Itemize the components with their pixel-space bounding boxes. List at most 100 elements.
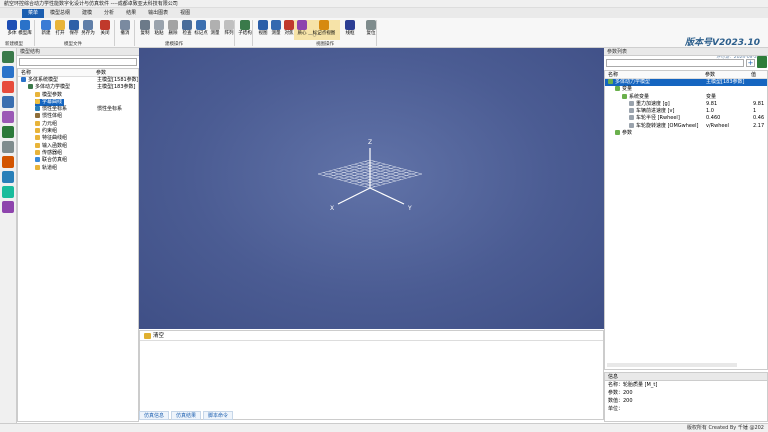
left-tool-icon-2[interactable] bbox=[2, 81, 14, 93]
model-tree-row[interactable]: 联合仿真组 bbox=[18, 157, 138, 164]
bottom-tab-1[interactable]: 仿真结果 bbox=[171, 411, 202, 420]
model-tree-row[interactable]: 传感器组 bbox=[18, 149, 138, 157]
param-node-icon bbox=[608, 79, 613, 84]
model-tree-row[interactable]: 力元组 bbox=[18, 120, 138, 128]
ribbon-button-21[interactable]: 线框 bbox=[342, 20, 358, 40]
tree-node-icon bbox=[35, 91, 40, 97]
param-node-value: 1 bbox=[753, 108, 757, 115]
model-tree-row[interactable]: 输入函数组 bbox=[18, 142, 138, 150]
model-tree-node-param: 惯性坐标系 bbox=[97, 106, 123, 113]
param-node-param: 9.81 bbox=[706, 100, 718, 107]
ribbon-button-1[interactable]: 模型库 bbox=[17, 20, 33, 40]
menu-tab-1[interactable]: 模型总纲 bbox=[44, 9, 76, 18]
left-tool-icon-3[interactable] bbox=[2, 96, 14, 108]
menu-tab-0[interactable]: 菜单 bbox=[22, 8, 45, 18]
clear-label: 清空 bbox=[153, 333, 165, 339]
param-search-input[interactable] bbox=[606, 59, 744, 67]
menu-tab-6[interactable]: 视图 bbox=[174, 9, 196, 18]
left-tool-icon-8[interactable] bbox=[2, 171, 14, 183]
ribbon-group-0: 新建模型 bbox=[5, 42, 23, 47]
axis-y-line bbox=[369, 187, 405, 205]
left-tool-icon-1[interactable] bbox=[2, 66, 14, 78]
param-tree-row[interactable]: 车轮半径 [Rwheel] 0.460 0.46 bbox=[605, 115, 767, 122]
param-tree-row[interactable]: 车辆前进速度 [v] 1.0 1 bbox=[605, 108, 767, 115]
ribbon-icon-11 bbox=[182, 20, 192, 30]
model-tree-row[interactable]: 惯性坐标系 惯性坐标系 bbox=[18, 106, 138, 113]
param-h-scrollbar[interactable] bbox=[607, 363, 737, 367]
ribbon-label-21: 线框 bbox=[345, 31, 355, 36]
ribbon-icon-20 bbox=[319, 20, 329, 30]
tree-node-icon bbox=[28, 84, 33, 90]
ribbon-button-15[interactable]: 子结构 bbox=[237, 20, 253, 40]
param-tree-row[interactable]: 系统变量 变量 bbox=[605, 93, 767, 101]
ribbon-button-6[interactable]: 关闭 bbox=[97, 20, 113, 40]
model-tree-row[interactable]: 特征曲线组 bbox=[18, 135, 138, 142]
ribbon-label-6: 关闭 bbox=[100, 31, 110, 36]
param-node-param: 1.0 bbox=[706, 108, 714, 115]
param-node-label: 参数 bbox=[622, 130, 633, 137]
ribbon-button-7[interactable]: 撤消 bbox=[117, 20, 133, 40]
param-node-param: 主模型[183参数] bbox=[706, 79, 745, 85]
left-tool-icon-9[interactable] bbox=[2, 186, 14, 198]
model-tree-row[interactable]: 轨道组 bbox=[18, 164, 138, 172]
param-list-title: 参数列表 bbox=[604, 48, 768, 56]
ribbon-icon-22 bbox=[366, 20, 376, 30]
tree-node-icon bbox=[21, 77, 26, 82]
param-node-icon bbox=[629, 115, 634, 121]
model-tree-row[interactable]: 多体动力学模型 主模型[183参数] bbox=[18, 84, 138, 91]
left-tool-icon-0[interactable] bbox=[2, 51, 14, 63]
add-icon[interactable]: + bbox=[746, 59, 755, 67]
param-node-param: v/Rwheel bbox=[706, 122, 729, 129]
side-dock-icon[interactable] bbox=[757, 56, 767, 68]
model-tree-node-name: 特征曲线组 bbox=[35, 135, 69, 142]
ribbon-button-5[interactable]: 另存为 bbox=[80, 20, 96, 40]
param-node-name: 变量 bbox=[615, 86, 632, 93]
param-tree-row[interactable]: 重力加速度 [g] 9.81 9.81 bbox=[605, 100, 767, 108]
model-tree-row[interactable]: 惯性体组 bbox=[18, 113, 138, 120]
param-tree: 名称 参数 值 多体动力学模型 主模型[183参数] 变量 系统变量 变量 重力加速度 [… bbox=[604, 70, 768, 370]
model-tree-row[interactable]: 模型参数 bbox=[18, 91, 138, 99]
menu-tab-2[interactable]: 建模 bbox=[76, 9, 98, 18]
param-node-value: 0.46 bbox=[753, 115, 765, 122]
menu-tab-5[interactable]: 输出图表 bbox=[142, 9, 174, 18]
tree-node-label: 惯性坐标系 bbox=[42, 106, 68, 113]
status-bar: 版权所有 Created By 千锤 @202 bbox=[0, 423, 768, 432]
left-tool-icon-5[interactable] bbox=[2, 126, 14, 138]
menu-tab-3[interactable]: 分析 bbox=[98, 9, 120, 18]
detail-value: 数值：200 bbox=[608, 398, 633, 404]
broom-icon bbox=[144, 332, 151, 339]
ribbon-group-3: 视图操作 bbox=[316, 42, 334, 47]
bottom-tab-0[interactable]: 仿真信息 bbox=[139, 411, 170, 420]
left-tool-icon-10[interactable] bbox=[2, 201, 14, 213]
left-tool-icon-7[interactable] bbox=[2, 156, 14, 168]
param-node-name: 车轮旋转速度 [OMGwheel] bbox=[629, 122, 698, 130]
bottom-tab-2[interactable]: 脚本命令 bbox=[203, 411, 234, 420]
axis-x-line bbox=[337, 187, 371, 205]
detail-name: 名称：轮胎质量 [M_t] bbox=[608, 382, 658, 388]
clear-button[interactable]: 清空 bbox=[144, 332, 165, 339]
param-tree-row[interactable]: 参数 bbox=[605, 130, 767, 137]
ribbon-group-1: 模型文件 bbox=[64, 42, 82, 47]
left-tool-icon-6[interactable] bbox=[2, 141, 14, 153]
left-tool-icon-4[interactable] bbox=[2, 111, 14, 123]
param-tree-row[interactable]: 车轮旋转速度 [OMGwheel] v/Rwheel 2.17 bbox=[605, 122, 767, 130]
tree-node-label: 输入函数组 bbox=[42, 142, 68, 149]
param-node-icon bbox=[629, 122, 634, 128]
model-search-input[interactable] bbox=[19, 58, 137, 66]
detail-panel: 信息 名称：轮胎质量 [M_t] 参数：200 数值：200 单位： bbox=[604, 372, 768, 422]
menu-tab-4[interactable]: 结果 bbox=[120, 9, 142, 18]
tree-node-label: 轨道组 bbox=[42, 164, 58, 171]
ribbon-icon-2 bbox=[41, 20, 51, 30]
3d-viewport[interactable]: Z X Y bbox=[139, 48, 604, 329]
view-slider[interactable]: 一○— bbox=[308, 32, 321, 38]
tree-node-label: 力元组 bbox=[42, 120, 58, 127]
model-tree-row[interactable]: 约束组 bbox=[18, 128, 138, 135]
ribbon-icon-10 bbox=[168, 20, 178, 30]
param-tree-row[interactable]: 变量 bbox=[605, 86, 767, 93]
title-bar: 航空环控综合动力学性能数字化设计与仿真软件 ----成都卓致亚太科技有限公司 bbox=[0, 0, 768, 8]
param-node-icon bbox=[615, 130, 620, 136]
ribbon-toolbar: 版本号V2023.10 使用期：2.11.19 许可证：2024-08-21 多… bbox=[0, 18, 768, 60]
ribbon-separator bbox=[234, 20, 235, 46]
tree-node-icon bbox=[35, 128, 40, 134]
model-tree: 名称 参数 多体系统模型 主模型[1581参数] 多体动力学模型 主模型[183参数]… bbox=[17, 68, 139, 422]
